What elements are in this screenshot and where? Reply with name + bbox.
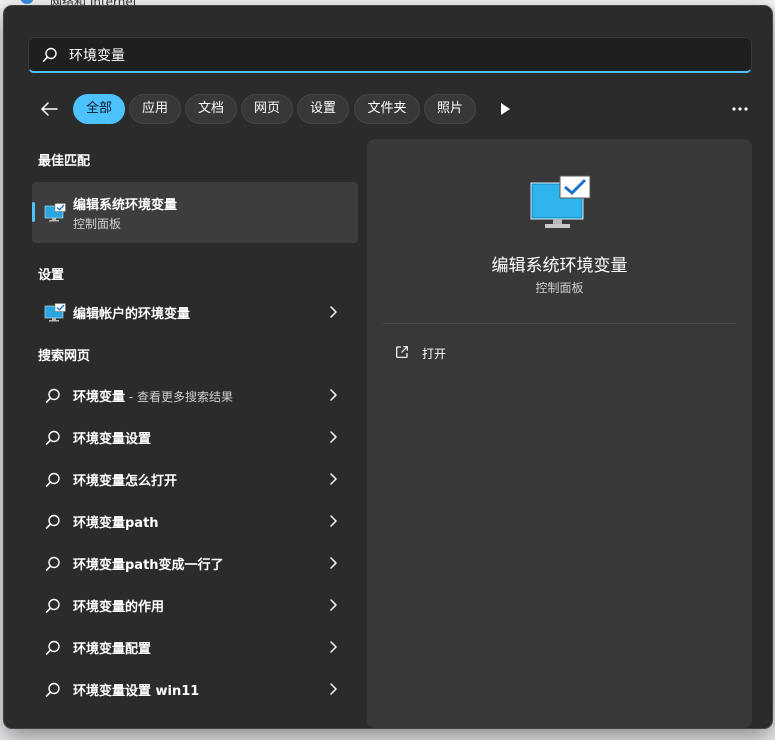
filter-chip-documents[interactable]: 文档 [185, 94, 237, 124]
filter-bar: 全部 应用 文档 网页 设置 文件夹 照片 [28, 92, 758, 126]
selection-indicator [32, 202, 35, 222]
chevron-right-icon [330, 473, 337, 485]
web-result-label: 环境变量设置 win11 [73, 680, 199, 699]
web-result-query: 环境变量path变成一行了 [73, 558, 224, 573]
more-options-icon[interactable] [728, 98, 752, 120]
web-result-item[interactable]: 环境变量设置 win11 [32, 671, 358, 707]
best-match-title: 编辑系统环境变量 [73, 198, 178, 213]
web-result-label: 环境变量的作用 [73, 596, 164, 615]
web-result-query: 环境变量 [73, 390, 126, 405]
chevron-right-icon [330, 641, 337, 653]
chevron-right-icon [330, 389, 337, 401]
results-list: 最佳匹配 编辑系统环境变量 控制面板 设置 编辑帐户的环境变量 搜索网页 环境变… [32, 146, 358, 726]
detail-divider [383, 323, 736, 324]
search-input[interactable] [69, 42, 729, 68]
web-result-label: 环境变量 - 查看更多搜索结果 [73, 386, 233, 405]
chevron-right-icon [330, 599, 337, 611]
detail-panel: 编辑系统环境变量 控制面板 打开 [367, 139, 752, 728]
filter-chip-folders[interactable]: 文件夹 [354, 94, 420, 124]
play-arrow-icon[interactable] [498, 101, 512, 117]
web-result-query: 环境变量的作用 [73, 600, 165, 615]
open-external-icon [396, 346, 408, 358]
search-icon [42, 47, 57, 62]
detail-subtitle: 控制面板 [535, 281, 584, 295]
search-icon [45, 430, 60, 445]
web-result-item[interactable]: 环境变量怎么打开 [32, 461, 358, 497]
web-result-label: 环境变量怎么打开 [73, 470, 177, 489]
web-result-label: 环境变量path变成一行了 [73, 554, 224, 573]
chevron-right-icon [330, 431, 337, 443]
network-icon [20, 0, 34, 4]
search-flyout: 全部 应用 文档 网页 设置 文件夹 照片 最佳匹配 编辑系统环境变量 [4, 6, 772, 728]
web-result-suffix: - 查看更多搜索结果 [125, 390, 233, 404]
search-icon [45, 598, 60, 613]
section-heading-web: 搜索网页 [38, 349, 91, 364]
back-arrow-icon[interactable] [38, 98, 60, 120]
account-env-app-icon [44, 303, 66, 322]
web-result-query: 环境变量配置 [73, 642, 152, 657]
section-heading-settings: 设置 [38, 268, 65, 283]
chevron-right-icon [330, 557, 337, 569]
search-icon [45, 640, 60, 655]
filter-chip-web[interactable]: 网页 [241, 94, 293, 124]
search-icon [45, 472, 60, 487]
settings-item-edit-user-env[interactable]: 编辑帐户的环境变量 [32, 294, 358, 330]
filter-chip-apps[interactable]: 应用 [129, 94, 181, 124]
web-result-item[interactable]: 环境变量path变成一行了 [32, 545, 358, 581]
best-match-item[interactable]: 编辑系统环境变量 控制面板 [32, 182, 358, 243]
open-action[interactable]: 打开 [387, 339, 732, 369]
system-env-app-icon [44, 203, 66, 222]
chevron-right-icon [330, 306, 337, 318]
web-result-label: 环境变量path [73, 512, 159, 531]
search-icon [45, 682, 60, 697]
section-heading-best-match: 最佳匹配 [38, 154, 91, 169]
web-result-query: 环境变量设置 win11 [73, 684, 200, 699]
search-box[interactable] [28, 37, 752, 73]
detail-title: 编辑系统环境变量 [491, 256, 628, 276]
filter-chip-settings[interactable]: 设置 [297, 94, 349, 124]
web-result-query: 环境变量path [73, 516, 159, 531]
web-result-item[interactable]: 环境变量配置 [32, 629, 358, 665]
web-result-query: 环境变量设置 [73, 432, 152, 447]
web-result-item[interactable]: 环境变量 - 查看更多搜索结果 [32, 377, 358, 413]
web-result-item[interactable]: 环境变量设置 [32, 419, 358, 455]
open-action-label: 打开 [422, 347, 447, 361]
web-result-query: 环境变量怎么打开 [73, 474, 178, 489]
web-result-label: 环境变量配置 [73, 638, 151, 657]
web-result-item[interactable]: 环境变量path [32, 503, 358, 539]
filter-chip-all[interactable]: 全部 [73, 94, 125, 124]
chevron-right-icon [330, 683, 337, 695]
search-icon [45, 388, 60, 403]
chevron-right-icon [330, 515, 337, 527]
web-result-label: 环境变量设置 [73, 428, 151, 447]
system-env-large-icon [530, 175, 591, 228]
filter-chip-photos[interactable]: 照片 [424, 94, 476, 124]
best-match-subtitle: 控制面板 [73, 217, 122, 231]
settings-item-label: 编辑帐户的环境变量 [73, 307, 191, 322]
search-icon [45, 514, 60, 529]
search-icon [45, 556, 60, 571]
web-result-item[interactable]: 环境变量的作用 [32, 587, 358, 623]
